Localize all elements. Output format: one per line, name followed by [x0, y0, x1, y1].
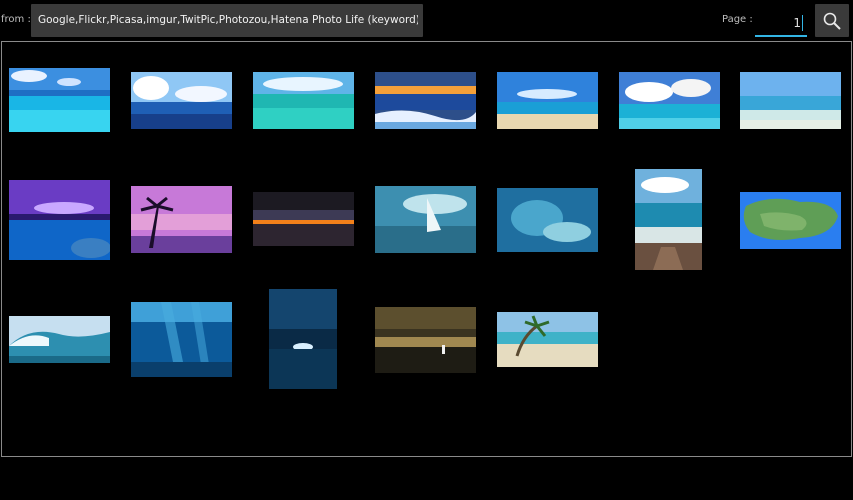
- source-label: from :: [1, 14, 31, 25]
- page-input[interactable]: 1: [755, 10, 807, 37]
- search-icon: [823, 12, 841, 30]
- top-toolbar: from : Google,Flickr,Picasa,imgur,TwitPi…: [0, 0, 853, 40]
- image-thumbnail-11[interactable]: [375, 186, 476, 253]
- search-button[interactable]: [815, 4, 849, 37]
- image-thumbnail-5[interactable]: [497, 72, 598, 129]
- image-thumbnail-2[interactable]: [131, 72, 232, 129]
- image-thumbnail-15[interactable]: [9, 316, 110, 363]
- image-thumbnail-19[interactable]: [497, 312, 598, 367]
- image-thumbnail-4[interactable]: [375, 72, 476, 129]
- image-thumbnail-17[interactable]: [269, 289, 337, 389]
- image-thumbnail-6[interactable]: [619, 72, 720, 129]
- image-thumbnail-8[interactable]: [9, 180, 110, 260]
- image-thumbnail-1[interactable]: [9, 68, 110, 132]
- image-thumbnail-12[interactable]: [497, 188, 598, 252]
- image-results-panel: [1, 41, 852, 457]
- page-label: Page :: [722, 14, 753, 25]
- source-selector-value: Google,Flickr,Picasa,imgur,TwitPic,Photo…: [38, 14, 418, 26]
- image-thumbnail-10[interactable]: [253, 192, 354, 246]
- image-thumbnail-18[interactable]: [375, 307, 476, 373]
- source-selector[interactable]: Google,Flickr,Picasa,imgur,TwitPic,Photo…: [31, 4, 423, 37]
- page-input-value: 1: [793, 16, 801, 30]
- image-thumbnail-7[interactable]: [740, 72, 841, 129]
- image-thumbnail-16[interactable]: [131, 302, 232, 377]
- image-thumbnail-3[interactable]: [253, 72, 354, 129]
- image-thumbnail-14[interactable]: [740, 192, 841, 249]
- text-cursor: [802, 15, 803, 31]
- image-thumbnail-9[interactable]: [131, 186, 232, 253]
- image-thumbnail-13[interactable]: [635, 169, 702, 270]
